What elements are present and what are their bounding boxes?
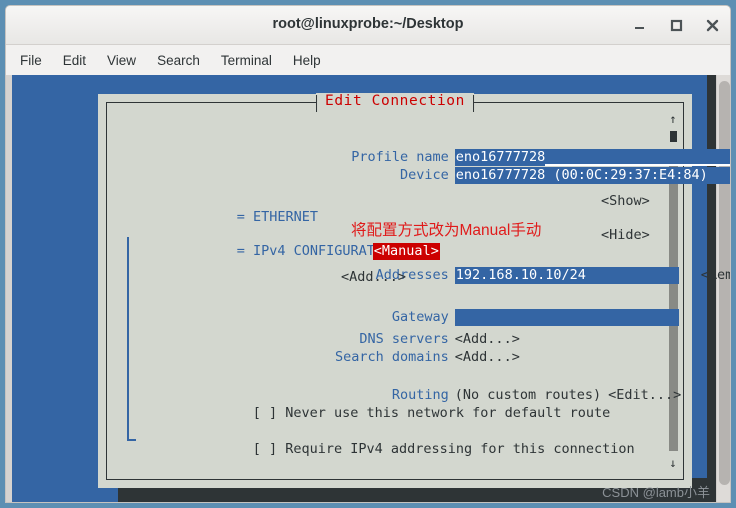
menu-item-terminal[interactable]: Terminal <box>221 53 272 68</box>
dialog-scrollbar-thumb[interactable] <box>669 149 678 451</box>
menu-item-file[interactable]: File <box>20 53 42 68</box>
terminal-scrollbar[interactable] <box>716 75 730 502</box>
terminal-window: root@linuxprobe:~/Desktop File Edit View <box>5 5 731 503</box>
device-label: Device <box>400 167 449 183</box>
watermark: CSDN @lamb小羊 <box>602 485 710 500</box>
menu-bar: File Edit View Search Terminal Help <box>6 45 730 76</box>
routing-edit-button[interactable]: <Edit...> <box>608 387 681 403</box>
close-icon[interactable] <box>704 17 720 33</box>
never-default-route-label: Never use this network for default route <box>285 405 611 421</box>
annotation-text: 将配置方式改为Manual手动 <box>351 222 542 239</box>
screen: root@linuxprobe:~/Desktop File Edit View <box>0 0 736 508</box>
search-domains-label: Search domains <box>335 349 449 365</box>
require-ipv4-label: Require IPv4 addressing for this connect… <box>285 441 635 457</box>
addresses-remove-button[interactable]: <Remove> <box>701 267 730 283</box>
dialog-content: Profile name eno16777728 Device eno1677772… <box>107 103 730 479</box>
window-controls <box>632 6 720 44</box>
ethernet-expander-icon[interactable]: = <box>237 209 245 225</box>
terminal-scrollbar-thumb[interactable] <box>719 81 730 485</box>
ipv4-tree-foot <box>127 439 136 441</box>
device-value: eno16777728 (00:0C:29:37:E4:84) <box>455 167 708 183</box>
maximize-icon[interactable] <box>668 17 684 33</box>
minimize-icon[interactable] <box>632 17 648 33</box>
addresses-label: Addresses <box>375 267 449 283</box>
device-input[interactable]: eno16777728 (00:0C:29:37:E4:84) <box>454 167 730 184</box>
window-title: root@linuxprobe:~/Desktop <box>272 16 464 32</box>
terminal-body: Edit Connection ↑ ↓ Profile name eno16777… <box>6 75 730 502</box>
require-ipv4-checkbox-row[interactable]: [ ] Require IPv4 addressing for this conn… <box>139 425 635 473</box>
title-bar: root@linuxprobe:~/Desktop <box>6 6 730 45</box>
edit-connection-dialog: Edit Connection ↑ ↓ Profile name eno16777… <box>98 93 730 488</box>
menu-item-search[interactable]: Search <box>157 53 200 68</box>
menu-item-edit[interactable]: Edit <box>63 53 86 68</box>
menu-item-view[interactable]: View <box>107 53 136 68</box>
addresses-input[interactable]: 192.168.10.10/24 <box>454 267 679 284</box>
ipv4-hide-button[interactable]: <Hide> <box>601 227 650 243</box>
ethernet-show-button[interactable]: <Show> <box>601 193 650 209</box>
never-default-route-checkbox[interactable]: [ ] <box>253 405 277 421</box>
ethernet-label: ETHERNET <box>252 209 318 225</box>
addresses-add-button[interactable]: <Add...> <box>341 269 406 285</box>
dialog-frame: Edit Connection ↑ ↓ Profile name eno16777… <box>106 93 730 480</box>
search-domains-add-button[interactable]: <Add...> <box>455 349 520 365</box>
scrollbar-marker <box>670 131 677 142</box>
scroll-up-icon[interactable]: ↑ <box>665 113 681 125</box>
addresses-value: 192.168.10.10/24 <box>455 267 586 283</box>
menu-item-help[interactable]: Help <box>293 53 321 68</box>
scroll-down-icon[interactable]: ↓ <box>665 457 681 469</box>
require-ipv4-checkbox[interactable]: [ ] <box>253 441 277 457</box>
